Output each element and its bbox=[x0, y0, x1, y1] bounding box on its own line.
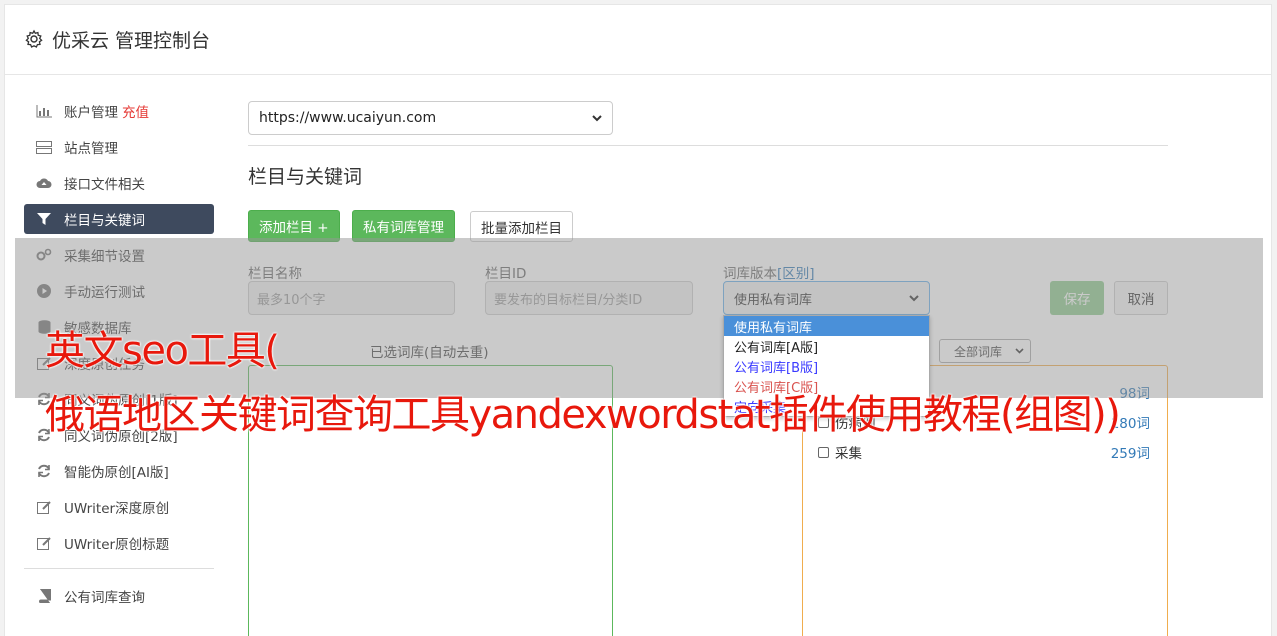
page-header: 优采云 管理控制台 bbox=[4, 4, 1272, 75]
sidebar-item-label: UWriter深度原创 bbox=[64, 501, 170, 517]
section-title: 栏目与关键词 bbox=[248, 166, 363, 188]
site-select-value: https://www.ucaiyun.com bbox=[259, 110, 437, 126]
refresh-icon bbox=[36, 464, 52, 478]
sidebar-item-label: 接口文件相关 bbox=[64, 177, 145, 193]
sidebar-item-interface[interactable]: 接口文件相关 bbox=[24, 168, 214, 198]
cloud-upload-icon bbox=[36, 176, 52, 190]
sidebar-divider bbox=[24, 568, 214, 569]
server-icon bbox=[36, 140, 52, 154]
sidebar-item-label: 公有词库查询 bbox=[64, 590, 145, 606]
sidebar-item-label: 站点管理 bbox=[64, 141, 118, 157]
watermark-line-1: 英文seo工具( bbox=[45, 328, 280, 374]
book-icon bbox=[36, 589, 52, 603]
lib-row-count: 259词 bbox=[1110, 446, 1150, 462]
recharge-link[interactable]: 充值 bbox=[122, 101, 149, 121]
site-select[interactable]: https://www.ucaiyun.com bbox=[248, 101, 613, 135]
gear-icon bbox=[25, 29, 43, 48]
sidebar-item-columns[interactable]: 栏目与关键词 bbox=[24, 204, 214, 234]
sidebar-item-label: 智能伪原创[AI版] bbox=[64, 465, 169, 481]
edit-icon bbox=[36, 536, 52, 550]
lib-row-label: 采集 bbox=[835, 446, 862, 462]
sidebar-item-label: 账户管理 bbox=[64, 105, 118, 121]
sidebar-item-public-lib[interactable]: 公有词库查询 bbox=[24, 581, 214, 611]
sidebar-item-label: UWriter原创标题 bbox=[64, 537, 170, 553]
page-title: 优采云 管理控制台 bbox=[52, 29, 211, 52]
checkbox[interactable] bbox=[818, 446, 829, 458]
sidebar-item-label: 栏目与关键词 bbox=[64, 213, 145, 229]
sidebar-item-sites[interactable]: 站点管理 bbox=[24, 132, 214, 162]
bar-chart-icon bbox=[36, 104, 52, 118]
dropdown-option[interactable]: 使用私有词库 bbox=[724, 316, 929, 336]
sidebar-item-uwriter-title[interactable]: UWriter原创标题 bbox=[24, 528, 214, 558]
filter-icon bbox=[36, 212, 52, 226]
chevron-down-icon bbox=[592, 114, 602, 121]
dropdown-option[interactable]: 公有词库[B版] bbox=[724, 356, 929, 376]
sidebar-item-uwriter-deep[interactable]: UWriter深度原创 bbox=[24, 492, 214, 522]
sidebar-item-ai-rewrite[interactable]: 智能伪原创[AI版] bbox=[24, 456, 214, 486]
dropdown-option[interactable]: 公有词库[A版] bbox=[724, 336, 929, 356]
divider bbox=[248, 145, 1168, 146]
watermark-line-2: 俄语地区关键词查询工具yandexwordstat插件使用教程(组图)) bbox=[45, 392, 1121, 438]
edit-icon bbox=[36, 500, 52, 514]
sidebar-item-account[interactable]: 账户管理 充值 bbox=[24, 96, 214, 126]
list-item[interactable]: 采集 259词 bbox=[818, 442, 1150, 462]
